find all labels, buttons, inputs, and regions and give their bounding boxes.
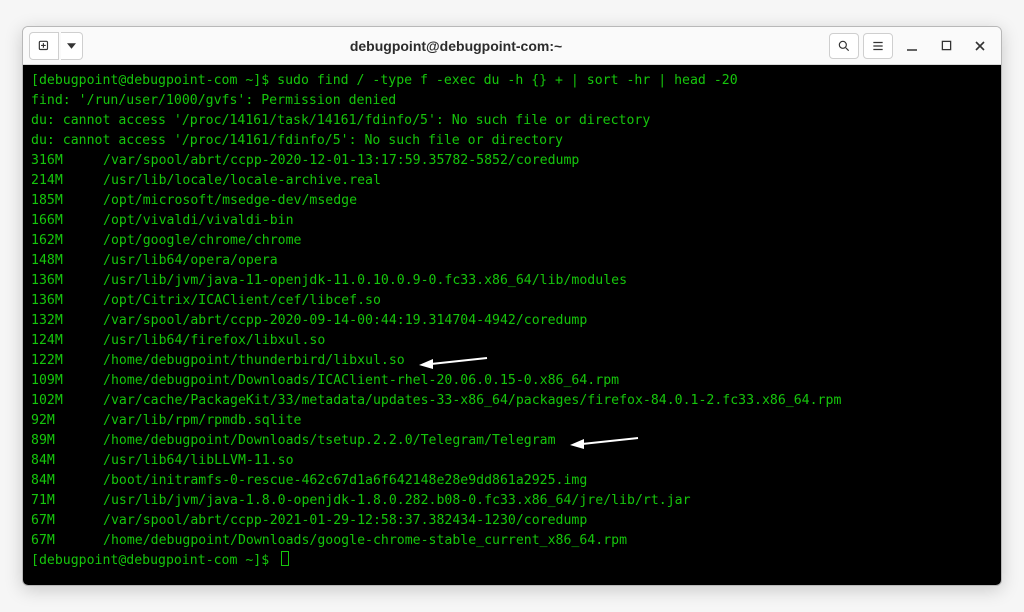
list-item: 84M/boot/initramfs-0-rescue-462c67d1a6f6… [31, 473, 587, 488]
list-item: 102M/var/cache/PackageKit/33/metadata/up… [31, 393, 841, 408]
list-item: 132M/var/spool/abrt/ccpp-2020-09-14-00:4… [31, 313, 587, 328]
list-item: 166M/opt/vivaldi/vivaldi-bin [31, 213, 294, 228]
list-item: 124M/usr/lib64/firefox/libxul.so [31, 333, 325, 348]
terminal-viewport[interactable]: [debugpoint@debugpoint-com ~]$ sudo find… [23, 65, 1001, 585]
list-item: 162M/opt/google/chrome/chrome [31, 233, 302, 248]
window-title: debugpoint@debugpoint-com:~ [87, 38, 825, 54]
list-item: 136M/usr/lib/jvm/java-11-openjdk-11.0.10… [31, 273, 627, 288]
list-item: 92M/var/lib/rpm/rpmdb.sqlite [31, 413, 302, 428]
terminal-window: debugpoint@debugpoint-com:~ [debugpoint@… [22, 26, 1002, 586]
list-item: 136M/opt/Citrix/ICAClient/cef/libcef.so [31, 293, 381, 308]
list-item: 71M/usr/lib/jvm/java-1.8.0-openjdk-1.8.0… [31, 493, 691, 508]
terminal-output: [debugpoint@debugpoint-com ~]$ sudo find… [31, 71, 993, 571]
list-item: 214M/usr/lib/locale/locale-archive.real [31, 173, 381, 188]
titlebar: debugpoint@debugpoint-com:~ [23, 27, 1001, 65]
list-item: 148M/usr/lib64/opera/opera [31, 253, 278, 268]
list-item: 84M/usr/lib64/libLLVM-11.so [31, 453, 294, 468]
hamburger-menu-button[interactable] [863, 33, 893, 59]
list-item: 316M/var/spool/abrt/ccpp-2020-12-01-13:1… [31, 153, 579, 168]
list-item: 67M/home/debugpoint/Downloads/google-chr… [31, 533, 627, 548]
new-tab-dropdown[interactable] [61, 32, 83, 60]
list-item: 185M/opt/microsoft/msedge-dev/msedge [31, 193, 357, 208]
close-button[interactable] [965, 33, 995, 59]
maximize-button[interactable] [931, 33, 961, 59]
list-item: 109M/home/debugpoint/Downloads/ICAClient… [31, 373, 619, 388]
minimize-button[interactable] [897, 33, 927, 59]
search-button[interactable] [829, 33, 859, 59]
list-item: 122M/home/debugpoint/thunderbird/libxul.… [31, 353, 405, 368]
list-item: 89M/home/debugpoint/Downloads/tsetup.2.2… [31, 433, 556, 448]
list-item: 67M/var/spool/abrt/ccpp-2021-01-29-12:58… [31, 513, 587, 528]
new-tab-button[interactable] [29, 32, 59, 60]
cursor [281, 551, 289, 566]
